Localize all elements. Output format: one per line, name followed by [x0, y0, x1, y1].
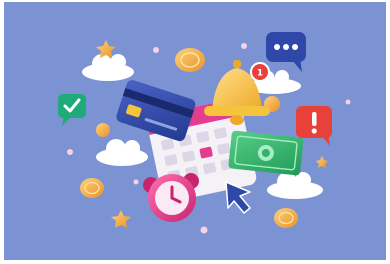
cash-icon [228, 130, 304, 176]
illustration-panel: 1 [4, 2, 386, 260]
illustration-scene: 1 [0, 0, 390, 264]
illustration-svg: 1 [4, 2, 386, 260]
coin-icon [96, 123, 110, 137]
coin-icon [175, 48, 205, 72]
notification-badge: 1 [250, 62, 270, 82]
notification-count: 1 [257, 69, 263, 79]
coin-icon [274, 208, 298, 228]
coin-icon [80, 178, 104, 198]
